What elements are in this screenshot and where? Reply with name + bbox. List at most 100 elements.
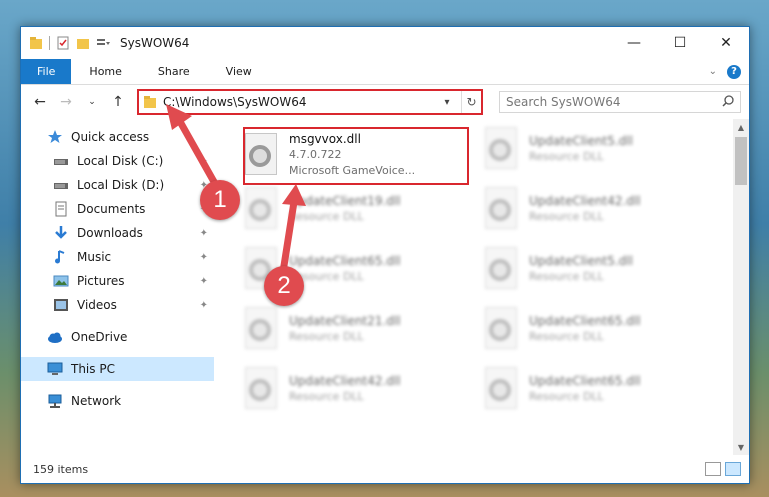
sidebar-item-label: Network [71,394,122,408]
step-badge-1: 1 [200,180,240,220]
sidebar-item-pictures[interactable]: Pictures ✦ [21,269,214,293]
dll-file-icon [481,127,521,171]
file-name: UpdateClient65.dll [529,314,641,328]
maximize-button[interactable]: ☐ [657,27,703,59]
sidebar-item-local-disk-d[interactable]: Local Disk (D:) ✦ [21,173,214,197]
file-item[interactable]: UpdateClient42.dll Resource DLL [241,361,461,417]
file-type: Resource DLL [529,330,604,343]
file-item[interactable]: UpdateClient21.dll Resource DLL [241,301,461,357]
details-view-icon[interactable] [705,462,721,476]
sidebar-item-local-disk-c[interactable]: Local Disk (C:) ✦ [21,149,214,173]
sidebar-item-network[interactable]: Network [21,389,214,413]
item-count: 159 items [33,462,89,476]
file-type: Resource DLL [529,390,604,403]
file-name: UpdateClient42.dll [529,194,641,208]
file-type: Resource DLL [289,330,364,343]
address-dropdown-icon[interactable]: ▾ [439,97,455,108]
title-bar: SysWOW64 — ☐ ✕ [21,27,749,59]
file-name: UpdateClient19.dll [289,194,401,208]
forward-button[interactable]: → [55,91,77,113]
drive-icon [53,153,69,169]
quick-access-toolbar [29,36,110,50]
file-name: UpdateClient65.dll [289,254,401,268]
minimize-button[interactable]: — [611,27,657,59]
tab-file[interactable]: File [21,59,72,84]
step-badge-2: 2 [264,266,304,306]
sidebar-item-onedrive[interactable]: OneDrive [21,325,214,349]
sidebar-item-label: Local Disk (D:) [77,178,165,192]
computer-icon [47,361,63,377]
file-name: UpdateClient65.dll [529,374,641,388]
window-controls: — ☐ ✕ [611,27,749,59]
sidebar-item-label: This PC [71,362,115,376]
ribbon-right: ⌄ ? [709,59,749,84]
pin-icon[interactable]: ✦ [200,228,208,239]
file-type: Resource DLL [289,270,364,283]
ribbon-tabs: File Home Share View ⌄ ? [21,59,749,85]
pictures-icon [53,273,69,289]
navigation-bar: ← → ⌄ ↑ C:\Windows\SysWOW64 ▾ ↻ Search S… [21,85,749,119]
tab-share[interactable]: Share [140,59,208,84]
expand-ribbon-icon[interactable]: ⌄ [709,66,717,77]
folder-icon [29,36,43,50]
sidebar-item-videos[interactable]: Videos ✦ [21,293,214,317]
recent-locations-icon[interactable]: ⌄ [81,91,103,113]
scroll-thumb[interactable] [735,137,747,185]
file-item[interactable]: UpdateClient42.dll Resource DLL [481,181,701,237]
file-type: Resource DLL [289,390,364,403]
sidebar-item-documents[interactable]: Documents ✦ [21,197,214,221]
download-icon [53,225,69,241]
file-item[interactable]: UpdateClient5.dll Resource DLL [481,241,701,297]
vertical-scrollbar[interactable]: ▲ ▼ [733,119,749,455]
address-bar[interactable]: C:\Windows\SysWOW64 ▾ ↻ [137,89,483,115]
search-input[interactable]: Search SysWOW64 [499,91,741,113]
sidebar-item-quick-access[interactable]: Quick access [21,125,214,149]
customize-toolbar-icon[interactable] [96,36,110,50]
file-item[interactable]: UpdateClient65.dll Resource DLL [481,361,701,417]
file-type: Resource DLL [289,210,364,223]
sidebar-item-this-pc[interactable]: This PC [21,357,214,381]
dll-file-icon [481,367,521,411]
pin-icon[interactable]: ✦ [200,252,208,263]
tab-home[interactable]: Home [71,59,139,84]
pin-icon[interactable]: ✦ [200,156,208,167]
up-button[interactable]: ↑ [107,91,129,113]
network-icon [47,393,63,409]
sidebar-item-label: Videos [77,298,117,312]
scroll-down-icon[interactable]: ▼ [733,439,749,455]
videos-icon [53,297,69,313]
refresh-icon[interactable]: ↻ [461,91,481,113]
address-path[interactable]: C:\Windows\SysWOW64 [163,95,433,109]
pin-icon[interactable]: ✦ [200,276,208,287]
file-item[interactable]: UpdateClient65.dll Resource DLL [481,301,701,357]
file-type: Resource DLL [529,150,604,163]
dll-file-icon [481,247,521,291]
properties-icon[interactable] [56,36,70,50]
help-icon[interactable]: ? [727,64,741,79]
tab-view[interactable]: View [208,59,270,84]
file-type: Resource DLL [529,270,604,283]
search-icon[interactable] [722,94,734,110]
search-placeholder[interactable]: Search SysWOW64 [506,95,722,109]
divider [49,36,50,50]
file-item[interactable]: UpdateClient19.dll Resource DLL [241,181,461,237]
close-button[interactable]: ✕ [703,27,749,59]
sidebar-item-downloads[interactable]: Downloads ✦ [21,221,214,245]
folder-icon [143,95,157,109]
content-area: Quick access Local Disk (C:) ✦ Local Dis… [21,119,749,455]
explorer-window: SysWOW64 — ☐ ✕ File Home Share View ⌄ ? … [20,26,750,484]
dll-file-icon [481,307,521,351]
file-type: Resource DLL [529,210,604,223]
back-button[interactable]: ← [29,91,51,113]
file-item[interactable]: UpdateClient5.dll Resource DLL [481,121,701,177]
sidebar-item-music[interactable]: Music ✦ [21,245,214,269]
scroll-up-icon[interactable]: ▲ [733,119,749,135]
sidebar-item-label: Documents [77,202,146,216]
documents-icon [53,201,69,217]
new-folder-icon[interactable] [76,36,90,50]
large-icons-view-icon[interactable] [725,462,741,476]
star-icon [47,129,63,145]
pin-icon[interactable]: ✦ [200,300,208,311]
